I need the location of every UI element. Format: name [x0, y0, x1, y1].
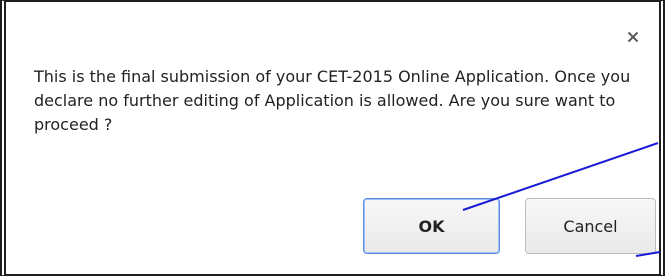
dialog-message: This is the final submission of your CET… — [34, 67, 631, 134]
ok-button[interactable]: OK — [363, 198, 500, 254]
close-icon — [627, 31, 639, 43]
confirm-dialog: This is the final submission of your CET… — [13, 4, 656, 272]
close-button[interactable] — [618, 22, 648, 52]
cancel-button[interactable]: Cancel — [525, 198, 656, 254]
